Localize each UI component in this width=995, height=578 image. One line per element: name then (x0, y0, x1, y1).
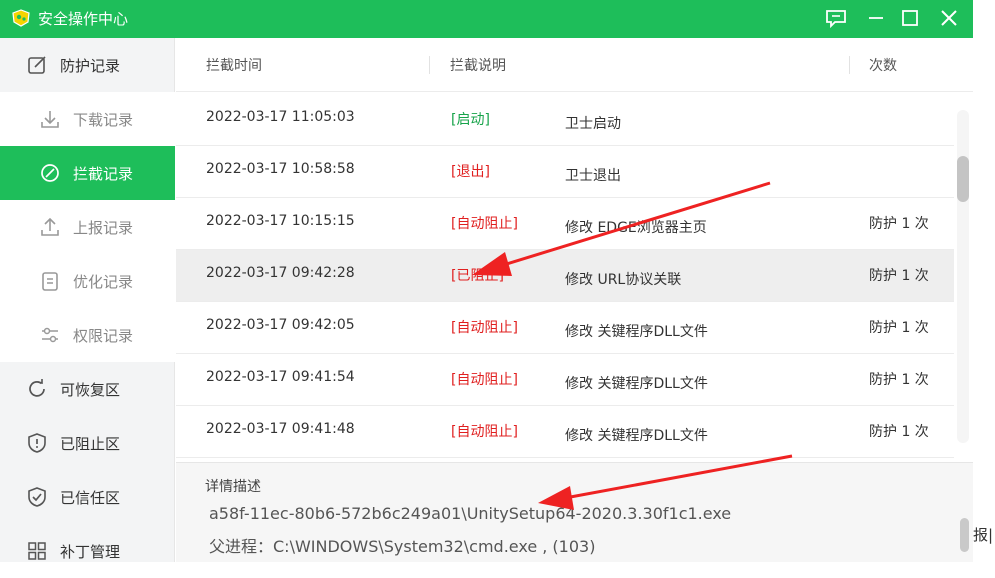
sidebar-item-label: 已阻止区 (60, 435, 121, 453)
table-row[interactable]: 2022-03-17 09:41:48 [自动阻止] 修改 关键程序DLL文件 … (176, 406, 954, 458)
detail-file-path: a58f-11ec-80b6-572b6c249a01\UnitySetup64… (209, 504, 732, 523)
detail-title: 详情描述 (205, 479, 261, 495)
shield-check-icon (26, 486, 48, 508)
sidebar-item-blocked-zone[interactable]: 已阻止区 (0, 416, 175, 470)
table-header: 拦截时间 拦截说明 次数 (176, 38, 973, 92)
upload-icon (39, 216, 61, 238)
row-count: 防护 1 次 (869, 268, 929, 284)
row-tag: [启动] (451, 112, 490, 128)
table-row[interactable]: 2022-03-17 09:41:54 [自动阻止] 修改 关键程序DLL文件 … (176, 354, 954, 406)
table-row[interactable]: 2022-03-17 09:42:05 [自动阻止] 修改 关键程序DLL文件 … (176, 302, 954, 354)
sidebar-item-label: 拦截记录 (73, 165, 134, 183)
row-count: 防护 1 次 (869, 320, 929, 336)
sidebar-item-trusted-zone[interactable]: 已信任区 (0, 470, 175, 524)
maximize-icon[interactable] (897, 5, 923, 31)
row-description: 修改 EDGE浏览器主页 (565, 220, 707, 236)
window-title: 安全操作中心 (38, 10, 129, 28)
row-description: 修改 URL协议关联 (565, 272, 682, 288)
row-description: 卫士退出 (565, 168, 621, 184)
row-time: 2022-03-17 10:58:58 (206, 161, 355, 177)
table-row-selected[interactable]: 2022-03-17 09:42:28 [已阻止] 修改 URL协议关联 防护 … (176, 250, 954, 302)
background-window-fragment (973, 0, 995, 562)
sidebar-item-label: 可恢复区 (60, 381, 121, 399)
download-icon (39, 108, 61, 130)
row-tag: [自动阻止] (451, 216, 518, 232)
row-tag: [自动阻止] (451, 424, 518, 440)
table-row[interactable]: 2022-03-17 10:58:58 [退出] 卫士退出 (176, 146, 954, 198)
row-tag: [自动阻止] (451, 320, 518, 336)
app-logo-icon (11, 9, 31, 27)
detail-panel: 详情描述 a58f-11ec-80b6-572b6c249a01\UnitySe… (176, 462, 973, 562)
table-row[interactable]: 2022-03-17 10:15:15 [自动阻止] 修改 EDGE浏览器主页 … (176, 198, 954, 250)
sidebar-item-label: 防护记录 (60, 57, 121, 75)
sidebar-item-patch-management[interactable]: 补丁管理 (0, 524, 175, 578)
minimize-icon[interactable] (863, 5, 889, 31)
sidebar-item-label: 上报记录 (73, 219, 134, 237)
row-tag: [自动阻止] (451, 372, 518, 388)
background-window-text: 报| (973, 526, 994, 544)
row-time: 2022-03-17 09:42:05 (206, 317, 355, 333)
security-center-window: 安全操作中心 防护记录 下载记录 拦截记录 上报记录 优化记录 权限记录 可恢复… (0, 0, 973, 562)
sidebar-item-label: 优化记录 (73, 273, 134, 291)
row-description: 修改 关键程序DLL文件 (565, 376, 708, 392)
title-bar[interactable]: 安全操作中心 (0, 0, 973, 38)
sidebar-item-intercept-records[interactable]: 拦截记录 (0, 146, 175, 200)
list-scrollbar-thumb[interactable] (957, 156, 969, 202)
close-icon[interactable] (936, 5, 962, 31)
sidebar-item-protection-records[interactable]: 防护记录 (0, 38, 175, 92)
sidebar-item-report-records[interactable]: 上报记录 (0, 200, 175, 254)
row-tag: [已阻止] (451, 268, 504, 284)
document-list-icon (39, 270, 61, 292)
row-time: 2022-03-17 10:15:15 (206, 213, 355, 229)
restore-icon (26, 378, 48, 400)
sidebar: 防护记录 下载记录 拦截记录 上报记录 优化记录 权限记录 可恢复区 已阻止区 … (0, 38, 175, 562)
sidebar-item-label: 补丁管理 (60, 543, 121, 561)
column-divider (429, 56, 430, 74)
table-row[interactable]: 2022-03-17 11:05:03 [启动] 卫士启动 (176, 94, 954, 146)
sidebar-item-label: 下载记录 (73, 111, 134, 129)
sidebar-item-optimize-records[interactable]: 优化记录 (0, 254, 175, 308)
row-description: 修改 关键程序DLL文件 (565, 428, 708, 444)
row-tag: [退出] (451, 164, 490, 180)
shield-alert-icon (26, 432, 48, 454)
sliders-icon (39, 324, 61, 346)
row-time: 2022-03-17 11:05:03 (206, 109, 355, 125)
edit-square-icon (26, 54, 48, 76)
column-header-count[interactable]: 次数 (869, 55, 897, 75)
grid-icon (26, 540, 48, 562)
row-count: 防护 1 次 (869, 424, 929, 440)
sidebar-item-recoverable-zone[interactable]: 可恢复区 (0, 362, 175, 416)
row-count: 防护 1 次 (869, 216, 929, 232)
sidebar-item-label: 权限记录 (73, 327, 134, 345)
intercept-record-list: 2022-03-17 11:05:03 [启动] 卫士启动 2022-03-17… (176, 94, 954, 458)
column-header-description[interactable]: 拦截说明 (450, 55, 506, 75)
sidebar-item-permission-records[interactable]: 权限记录 (0, 308, 175, 362)
row-time: 2022-03-17 09:41:48 (206, 421, 355, 437)
row-description: 卫士启动 (565, 116, 621, 132)
detail-scrollbar-thumb[interactable] (960, 518, 969, 552)
detail-parent-process: 父进程：C:\WINDOWS\System32\cmd.exe , (103) (209, 537, 596, 556)
feedback-icon[interactable] (823, 5, 849, 31)
block-circle-icon (39, 162, 61, 184)
row-time: 2022-03-17 09:42:28 (206, 265, 355, 281)
column-header-time[interactable]: 拦截时间 (206, 55, 262, 75)
column-divider (849, 56, 850, 74)
sidebar-item-download-records[interactable]: 下载记录 (0, 92, 175, 146)
row-time: 2022-03-17 09:41:54 (206, 369, 355, 385)
row-count: 防护 1 次 (869, 372, 929, 388)
row-description: 修改 关键程序DLL文件 (565, 324, 708, 340)
sidebar-item-label: 已信任区 (60, 489, 121, 507)
